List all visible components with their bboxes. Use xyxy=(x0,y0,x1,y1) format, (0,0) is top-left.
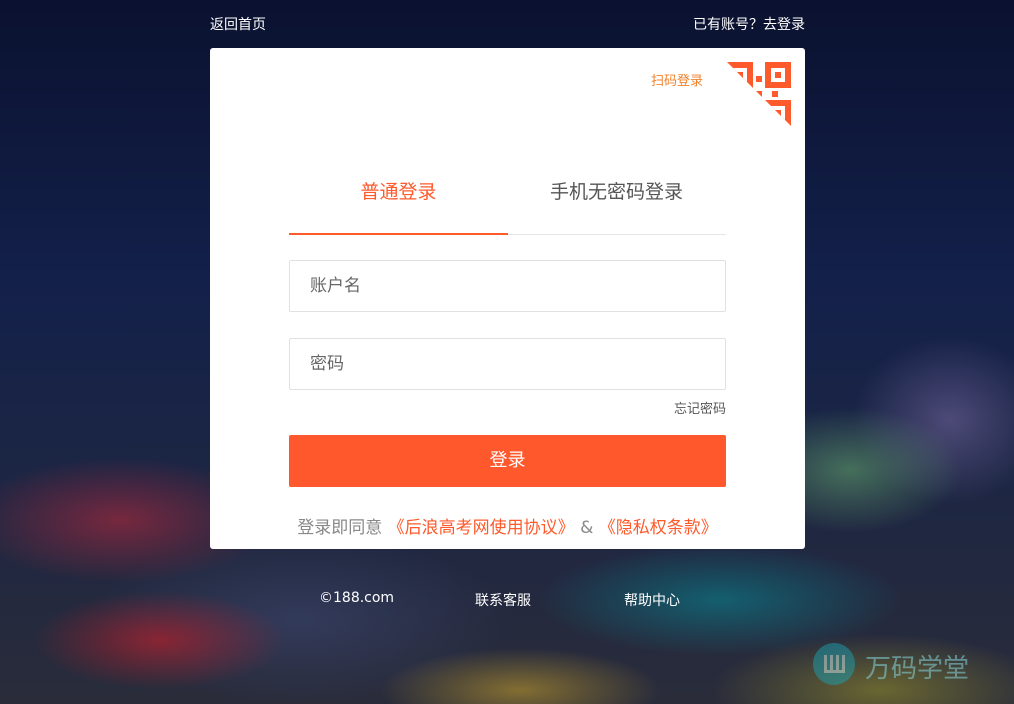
login-card: 扫码登录 普通登录 手机无密码登录 忘记密码 登录 xyxy=(210,48,805,549)
login-link[interactable]: 已有账号？去登录 xyxy=(693,14,805,34)
account-field xyxy=(289,260,726,312)
back-home-link[interactable]: 返回首页 xyxy=(210,14,266,34)
login-button[interactable]: 登录 xyxy=(289,435,726,487)
forgot-password-link[interactable]: 忘记密码 xyxy=(674,398,726,417)
tab-normal-login[interactable]: 普通登录 xyxy=(289,177,508,204)
copyright-text: ©188.com xyxy=(319,590,395,606)
privacy-link[interactable]: 《隐私权条款》 xyxy=(599,518,718,538)
watermark-logo-icon xyxy=(813,643,855,685)
agreement-amp: & xyxy=(580,518,594,538)
terms-link[interactable]: 《后浪高考网使用协议》 xyxy=(388,518,575,538)
active-tab-indicator xyxy=(289,233,508,235)
password-input[interactable] xyxy=(290,339,725,389)
qr-code-icon[interactable] xyxy=(727,62,791,126)
watermark-text: 万码学堂 xyxy=(865,654,970,684)
password-field xyxy=(289,338,726,390)
agreement-prefix: 登录即同意 xyxy=(297,518,383,538)
help-center-link[interactable]: 帮助中心 xyxy=(624,590,680,610)
customer-service-link[interactable]: 联系客服 xyxy=(475,590,531,610)
qr-login-label[interactable]: 扫码登录 xyxy=(651,70,703,89)
agreement-text: 登录即同意 《后浪高考网使用协议》 & 《隐私权条款》 xyxy=(210,513,805,538)
account-input[interactable] xyxy=(290,261,725,311)
tab-phone-login[interactable]: 手机无密码登录 xyxy=(507,177,726,204)
login-tabs: 普通登录 手机无密码登录 xyxy=(289,163,726,235)
